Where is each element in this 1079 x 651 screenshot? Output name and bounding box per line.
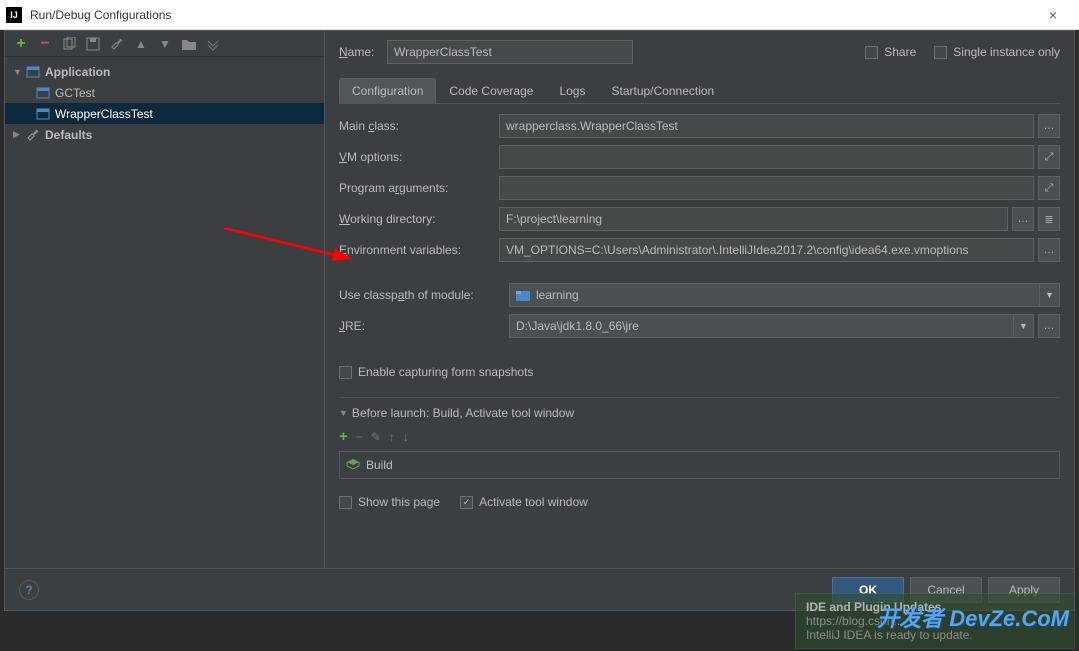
jre-select[interactable]: D:\Java\jdk1.8.0_66\jre ▼ xyxy=(509,314,1034,338)
up-icon[interactable]: ▲ xyxy=(133,36,149,52)
application-icon xyxy=(25,64,41,80)
tab-startup-connection[interactable]: Startup/Connection xyxy=(598,78,727,103)
tab-logs[interactable]: Logs xyxy=(546,78,598,103)
folder-icon[interactable] xyxy=(181,36,197,52)
program-arguments-input[interactable] xyxy=(499,176,1034,200)
title-bar: IJ Run/Debug Configurations × xyxy=(0,0,1079,30)
expand-icon[interactable]: ▼ xyxy=(13,67,25,77)
build-icon xyxy=(346,458,360,472)
share-checkbox[interactable]: Share xyxy=(865,45,916,59)
tree-node-wrapperclasstest[interactable]: WrapperClassTest xyxy=(5,103,324,124)
remove-icon[interactable]: − xyxy=(356,430,363,444)
main-class-input[interactable] xyxy=(499,114,1034,138)
jre-label: JRE: xyxy=(339,319,509,333)
edit-icon[interactable]: ✎ xyxy=(371,430,381,444)
window-title: Run/Debug Configurations xyxy=(30,8,1033,22)
tab-code-coverage[interactable]: Code Coverage xyxy=(436,78,546,103)
watermark: 开发者 DevZe.CoM xyxy=(877,601,1069,633)
browse-icon[interactable]: … xyxy=(1038,114,1060,138)
browse-icon[interactable]: … xyxy=(1038,314,1060,338)
before-launch-toolbar: + − ✎ ↑ ↓ xyxy=(339,426,1060,447)
chevron-down-icon: ▼ xyxy=(339,408,348,418)
classpath-label: Use classpath of module: xyxy=(339,288,509,302)
tab-configuration[interactable]: Configuration xyxy=(339,78,436,103)
list-icon[interactable]: ≣ xyxy=(1038,207,1060,231)
wrench-icon xyxy=(25,127,41,143)
copy-icon[interactable] xyxy=(61,36,77,52)
dialog: + − ▲ ▼ ▼ Application GCTest xyxy=(4,30,1075,611)
help-icon[interactable]: ? xyxy=(19,580,39,600)
working-directory-label: Working directory: xyxy=(339,212,499,226)
add-icon[interactable]: + xyxy=(339,428,348,445)
name-label: Name: xyxy=(339,45,387,59)
config-tabs: Configuration Code Coverage Logs Startup… xyxy=(339,78,1060,104)
down-icon[interactable]: ↓ xyxy=(403,430,409,444)
browse-icon[interactable]: … xyxy=(1012,207,1034,231)
app-icon: IJ xyxy=(6,7,22,23)
expand-icon[interactable]: ⤢ xyxy=(1038,145,1060,169)
application-icon xyxy=(35,85,51,101)
tree-node-defaults[interactable]: ▶ Defaults xyxy=(5,124,324,145)
single-instance-checkbox[interactable]: Single instance only xyxy=(934,45,1060,59)
chevron-down-icon: ▼ xyxy=(1013,315,1033,337)
vm-options-input[interactable] xyxy=(499,145,1034,169)
module-icon xyxy=(516,289,530,301)
tree-node-application[interactable]: ▼ Application xyxy=(5,61,324,82)
program-arguments-label: Program arguments: xyxy=(339,181,499,195)
remove-icon[interactable]: − xyxy=(37,36,53,52)
save-icon[interactable] xyxy=(85,36,101,52)
config-tree: ▼ Application GCTest WrapperClassTest ▶ … xyxy=(5,57,324,568)
down-icon[interactable]: ▼ xyxy=(157,36,173,52)
before-launch-list[interactable]: Build xyxy=(339,451,1060,479)
env-variables-label: Environment variables: xyxy=(339,243,499,257)
browse-icon[interactable]: … xyxy=(1038,238,1060,262)
expand-icon[interactable]: ⤢ xyxy=(1038,176,1060,200)
show-page-checkbox[interactable]: Show this page xyxy=(339,495,440,509)
main-class-label: Main class: xyxy=(339,119,499,133)
working-directory-input[interactable] xyxy=(499,207,1008,231)
left-panel: + − ▲ ▼ ▼ Application GCTest xyxy=(5,31,325,568)
before-launch-section[interactable]: ▼ Before launch: Build, Activate tool wi… xyxy=(339,406,1060,420)
env-variables-input[interactable] xyxy=(499,238,1034,262)
snapshots-checkbox[interactable]: Enable capturing form snapshots xyxy=(339,365,1060,379)
up-icon[interactable]: ↑ xyxy=(389,430,395,444)
application-icon xyxy=(35,106,51,122)
chevron-down-icon: ▼ xyxy=(1039,284,1059,306)
tree-node-gctest[interactable]: GCTest xyxy=(5,82,324,103)
expand-icon[interactable]: ▶ xyxy=(13,129,25,140)
config-toolbar: + − ▲ ▼ xyxy=(5,31,324,57)
vm-options-label: VM options: xyxy=(339,150,499,164)
wrench-icon[interactable] xyxy=(109,36,125,52)
activate-window-checkbox[interactable]: ✓Activate tool window xyxy=(460,495,588,509)
name-input[interactable] xyxy=(387,40,633,64)
collapse-icon[interactable] xyxy=(205,36,221,52)
classpath-select[interactable]: learning ▼ xyxy=(509,283,1060,307)
close-icon[interactable]: × xyxy=(1033,7,1073,23)
add-icon[interactable]: + xyxy=(13,36,29,52)
right-panel: Name: Share Single instance only Configu… xyxy=(325,31,1074,568)
